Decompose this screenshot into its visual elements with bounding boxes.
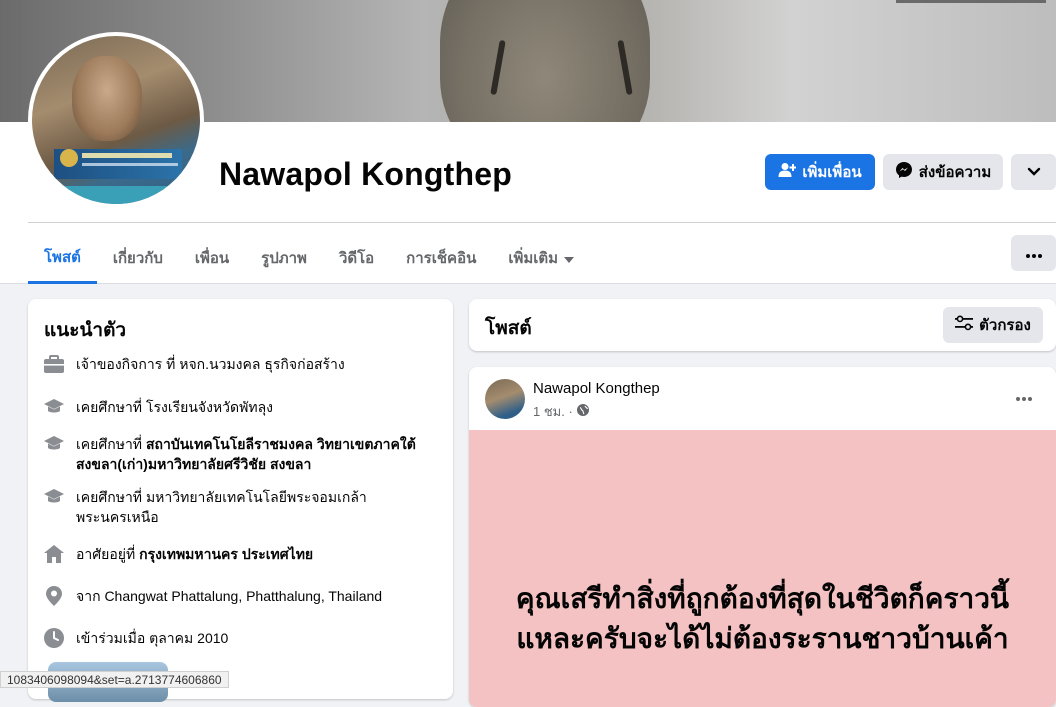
intro-prefix: เจ้าของกิจการ ที่ xyxy=(76,356,180,372)
intro-value[interactable]: หจก.นวมงคล ธุรกิจก่อสร้าง xyxy=(179,356,345,372)
profile-tabs: โพสต์ เกี่ยวกับ เพื่อน รูปภาพ วิดีโอ การ… xyxy=(28,232,590,284)
post-author-avatar[interactable] xyxy=(485,379,525,419)
intro-value[interactable]: กรุงเทพมหานคร ประเทศไทย xyxy=(139,546,313,562)
intro-item-text: เคยศึกษาที่ สถาบันเทคโนโยลีราชมงคล วิทยา… xyxy=(76,434,444,474)
tab-label: วิดีโอ xyxy=(338,250,375,267)
message-label: ส่งข้อความ xyxy=(918,164,992,181)
tab-photos[interactable]: รูปภาพ xyxy=(245,232,323,284)
cover-edge xyxy=(896,0,1046,3)
tab-posts[interactable]: โพสต์ xyxy=(28,232,97,284)
intro-value[interactable]: Changwat Phattalung, Phatthalung, Thaila… xyxy=(104,588,382,604)
tab-label: เกี่ยวกับ xyxy=(112,250,163,267)
intro-title: แนะนำตัว xyxy=(44,320,127,341)
graduation-cap-icon xyxy=(44,434,64,454)
intro-value[interactable]: โรงเรียนจังหวัดพัทลุง xyxy=(146,399,273,415)
location-pin-icon xyxy=(44,586,64,606)
avatar-emblem xyxy=(60,149,78,167)
filter-label: ตัวกรอง xyxy=(979,317,1031,334)
tab-label: เพื่อน xyxy=(194,250,230,267)
intro-card: แนะนำตัว เจ้าของกิจการ ที่ หจก.นวมงคล ธุ… xyxy=(28,299,453,702)
intro-prefix: จาก xyxy=(76,588,105,604)
intro-item-text: จาก Changwat Phattalung, Phatthalung, Th… xyxy=(76,586,382,606)
intro-item-text: เจ้าของกิจการ ที่ หจก.นวมงคล ธุรกิจก่อสร… xyxy=(76,354,345,374)
post-colored-background xyxy=(469,430,1056,707)
profile-name: Nawapol Kongthep xyxy=(219,156,512,192)
post-time-text[interactable]: 1 ชม. · xyxy=(533,401,573,422)
intro-item-text: เข้าร่วมเมื่อ ตุลาคม 2010 xyxy=(76,628,228,648)
intro-item-joined: เข้าร่วมเมื่อ ตุลาคม 2010 xyxy=(44,628,444,648)
tab-friends[interactable]: เพื่อน xyxy=(179,232,245,284)
post-text: คุณเสรีทำสิ่งที่ถูกต้องที่สุดในชีวิตก็คร… xyxy=(515,583,1010,654)
posts-title: โพสต์ xyxy=(485,318,532,339)
add-friend-button[interactable]: เพิ่มเพื่อน xyxy=(765,154,875,190)
tab-label: รูปภาพ xyxy=(261,250,307,267)
intro-item-education: เคยศึกษาที่ มหาวิทยาลัยเทคโนโลยีพระจอมเก… xyxy=(44,487,444,527)
tabs-more-button[interactable] xyxy=(1011,235,1056,271)
tab-about[interactable]: เกี่ยวกับ xyxy=(97,232,179,284)
profile-picture[interactable] xyxy=(28,32,204,208)
browser-status-url: 1083406098094&set=a.2713774606860 xyxy=(0,671,229,688)
tab-label: การเช็คอิน xyxy=(406,250,477,267)
intro-item-education: เคยศึกษาที่ สถาบันเทคโนโยลีราชมงคล วิทยา… xyxy=(44,434,444,474)
globe-icon xyxy=(576,404,589,419)
intro-item-education: เคยศึกษาที่ โรงเรียนจังหวัดพัทลุง xyxy=(44,397,444,417)
more-options-button[interactable] xyxy=(1011,154,1056,190)
posts-header-card: โพสต์ ตัวกรอง xyxy=(469,299,1056,351)
intro-prefix: เข้าร่วมเมื่อ xyxy=(76,630,150,646)
home-icon xyxy=(44,544,64,564)
post-author-name[interactable]: Nawapol Kongthep xyxy=(533,380,660,397)
messenger-icon xyxy=(895,161,913,183)
filter-button[interactable]: ตัวกรอง xyxy=(943,307,1043,343)
graduation-cap-icon xyxy=(44,487,64,507)
intro-prefix: เคยศึกษาที่ xyxy=(76,489,146,505)
avatar-bottom-band xyxy=(32,186,200,204)
intro-value: ตุลาคม 2010 xyxy=(149,630,229,646)
tab-label: เพิ่มเติม xyxy=(508,250,559,267)
tab-label: โพสต์ xyxy=(44,248,81,266)
add-friend-label: เพิ่มเพื่อน xyxy=(802,164,862,181)
intro-item-text: เคยศึกษาที่ โรงเรียนจังหวัดพัทลุง xyxy=(76,397,273,417)
intro-item-work: เจ้าของกิจการ ที่ หจก.นวมงคล ธุรกิจก่อสร… xyxy=(44,354,444,374)
add-friend-icon xyxy=(778,162,797,182)
message-button[interactable]: ส่งข้อความ xyxy=(883,154,1003,190)
intro-prefix: เคยศึกษาที่ xyxy=(76,399,146,415)
filter-icon xyxy=(955,315,974,335)
ellipsis-icon xyxy=(1025,245,1042,262)
header-divider xyxy=(28,222,1056,223)
intro-prefix: เคยศึกษาที่ xyxy=(76,436,146,452)
tab-checkins[interactable]: การเช็คอิน xyxy=(390,232,492,284)
avatar-face xyxy=(72,56,142,141)
intro-item-lives-in: อาศัยอยู่ที่ กรุงเทพมหานคร ประเทศไทย xyxy=(44,544,444,564)
tab-more[interactable]: เพิ่มเติม xyxy=(492,232,590,284)
avatar-banner-subtext xyxy=(82,163,178,166)
avatar-banner-text xyxy=(82,153,172,158)
intro-item-text: อาศัยอยู่ที่ กรุงเทพมหานคร ประเทศไทย xyxy=(76,544,313,564)
post-options-button[interactable] xyxy=(1009,385,1039,409)
avatar xyxy=(32,36,200,204)
intro-item-from: จาก Changwat Phattalung, Phatthalung, Th… xyxy=(44,586,444,606)
cover-violin-image xyxy=(440,0,650,122)
clock-icon xyxy=(44,628,64,648)
ellipsis-icon xyxy=(1016,388,1032,406)
tab-videos[interactable]: วิดีโอ xyxy=(323,232,390,284)
intro-prefix: อาศัยอยู่ที่ xyxy=(76,546,140,562)
briefcase-icon xyxy=(44,354,64,374)
caret-down-icon xyxy=(564,250,575,267)
graduation-cap-icon xyxy=(44,397,64,417)
chevron-down-icon xyxy=(1027,164,1041,181)
post-timestamp: 1 ชม. · xyxy=(533,401,589,422)
intro-item-text: เคยศึกษาที่ มหาวิทยาลัยเทคโนโลยีพระจอมเก… xyxy=(76,487,444,527)
post-card: Nawapol Kongthep 1 ชม. · คุณเสรีทำสิ่งที… xyxy=(469,367,1056,707)
